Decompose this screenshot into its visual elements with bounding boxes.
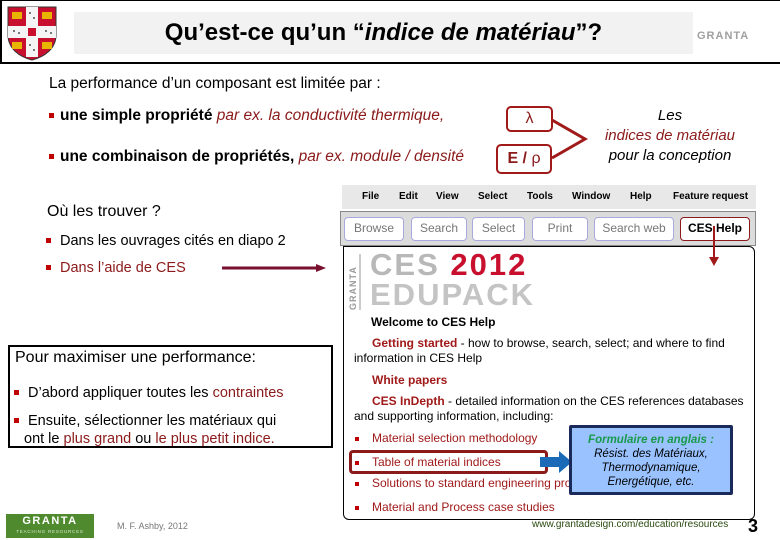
svg-text:GRANTA: GRANTA bbox=[348, 266, 358, 310]
ces-indepth-link[interactable]: CES InDepth bbox=[372, 394, 445, 408]
maximise-item-select-cont: ont le plus grand ou le plus petit indic… bbox=[24, 431, 275, 447]
menu-bar: File Edit View Select Tools Window Help … bbox=[342, 185, 756, 209]
search-button[interactable]: Search bbox=[411, 217, 467, 241]
page-number: 3 bbox=[748, 516, 759, 536]
intro-heading: La performance d’un composant est limité… bbox=[49, 75, 381, 92]
help-welcome-heading: Welcome to CES Help bbox=[371, 315, 496, 329]
bullet-icon bbox=[355, 436, 359, 441]
bullet-icon bbox=[46, 264, 51, 270]
bullet-icon bbox=[355, 481, 359, 486]
bullet-icon bbox=[14, 417, 19, 423]
header-top-rule bbox=[0, 0, 780, 1]
print-button[interactable]: Print bbox=[532, 217, 588, 241]
header-bottom-rule bbox=[0, 62, 780, 64]
intro-bullet-combo: une combinaison de propriétés, par ex. m… bbox=[49, 148, 464, 166]
author-credit: M. F. Ashby, 2012 bbox=[117, 521, 188, 531]
formulaire-note: Formulaire en anglais : Résist. des Maté… bbox=[569, 425, 733, 495]
browse-button[interactable]: Browse bbox=[344, 217, 404, 241]
menu-file[interactable]: File bbox=[362, 191, 379, 202]
arrow-down-icon bbox=[709, 226, 719, 266]
menu-window[interactable]: Window bbox=[572, 191, 610, 202]
ces-edupack-logo: CES 2012 EDUPACK bbox=[370, 247, 535, 312]
index-callout: Les indices de matériau pour la concepti… bbox=[604, 107, 736, 164]
slide-title: Qu’est-ce qu’un “indice de matériau”? bbox=[164, 19, 603, 46]
toolbar: Browse Search Select Print Search web CE… bbox=[340, 211, 756, 246]
header-left-rule bbox=[0, 0, 2, 63]
maximise-item-select: Ensuite, sélectionner les matériaux qui bbox=[14, 413, 276, 429]
granta-vertical-logo: GRANTA bbox=[348, 254, 361, 310]
where-item-ces-help: Dans l’aide de CES bbox=[46, 260, 186, 276]
help-list-item[interactable]: Solutions to standard engineering proble… bbox=[355, 476, 603, 490]
e-over-rho-symbol-box: E / ρ bbox=[496, 144, 552, 174]
bullet-icon bbox=[46, 237, 51, 243]
help-section-indepth: CES InDepth - detailed information on th… bbox=[354, 394, 744, 423]
bullet-icon bbox=[14, 389, 19, 395]
select-button[interactable]: Select bbox=[472, 217, 525, 241]
intro-bullet-single: une simple propriété par ex. la conducti… bbox=[49, 107, 444, 125]
menu-feature-request[interactable]: Feature request bbox=[673, 191, 748, 202]
search-web-button[interactable]: Search web bbox=[594, 217, 674, 241]
bullet-icon bbox=[355, 505, 359, 510]
help-list-item[interactable]: Material selection methodology bbox=[355, 431, 537, 445]
resources-url[interactable]: www.grantadesign.com/education/resources bbox=[532, 519, 728, 530]
white-papers-link[interactable]: White papers bbox=[372, 373, 447, 387]
help-section-getting-started: Getting started - how to browse, search,… bbox=[354, 336, 725, 365]
granta-teaching-logo: GRANTA TEACHING RESOURCES bbox=[6, 514, 94, 538]
menu-edit[interactable]: Edit bbox=[399, 191, 418, 202]
maximise-heading: Pour maximiser une performance: bbox=[15, 349, 256, 366]
maximise-item-constraints: D’abord appliquer toutes les contraintes bbox=[14, 385, 284, 401]
menu-view[interactable]: View bbox=[436, 191, 459, 202]
where-item-books: Dans les ouvrages cités en diapo 2 bbox=[46, 233, 286, 249]
menu-tools[interactable]: Tools bbox=[527, 191, 553, 202]
arrow-right-icon bbox=[222, 264, 326, 272]
menu-help[interactable]: Help bbox=[630, 191, 652, 202]
highlight-box bbox=[349, 450, 548, 474]
menu-select[interactable]: Select bbox=[478, 191, 507, 202]
bullet-icon bbox=[49, 154, 54, 160]
where-heading: Où les trouver ? bbox=[47, 203, 161, 220]
help-section-white-papers: White papers bbox=[372, 373, 447, 388]
granta-logo: GRANTA bbox=[697, 30, 750, 42]
getting-started-link[interactable]: Getting started bbox=[372, 336, 457, 350]
university-crest-icon bbox=[7, 6, 57, 61]
lambda-symbol-box: λ bbox=[506, 106, 553, 132]
bullet-icon bbox=[49, 113, 54, 119]
help-list-item[interactable]: Material and Process case studies bbox=[355, 500, 555, 514]
